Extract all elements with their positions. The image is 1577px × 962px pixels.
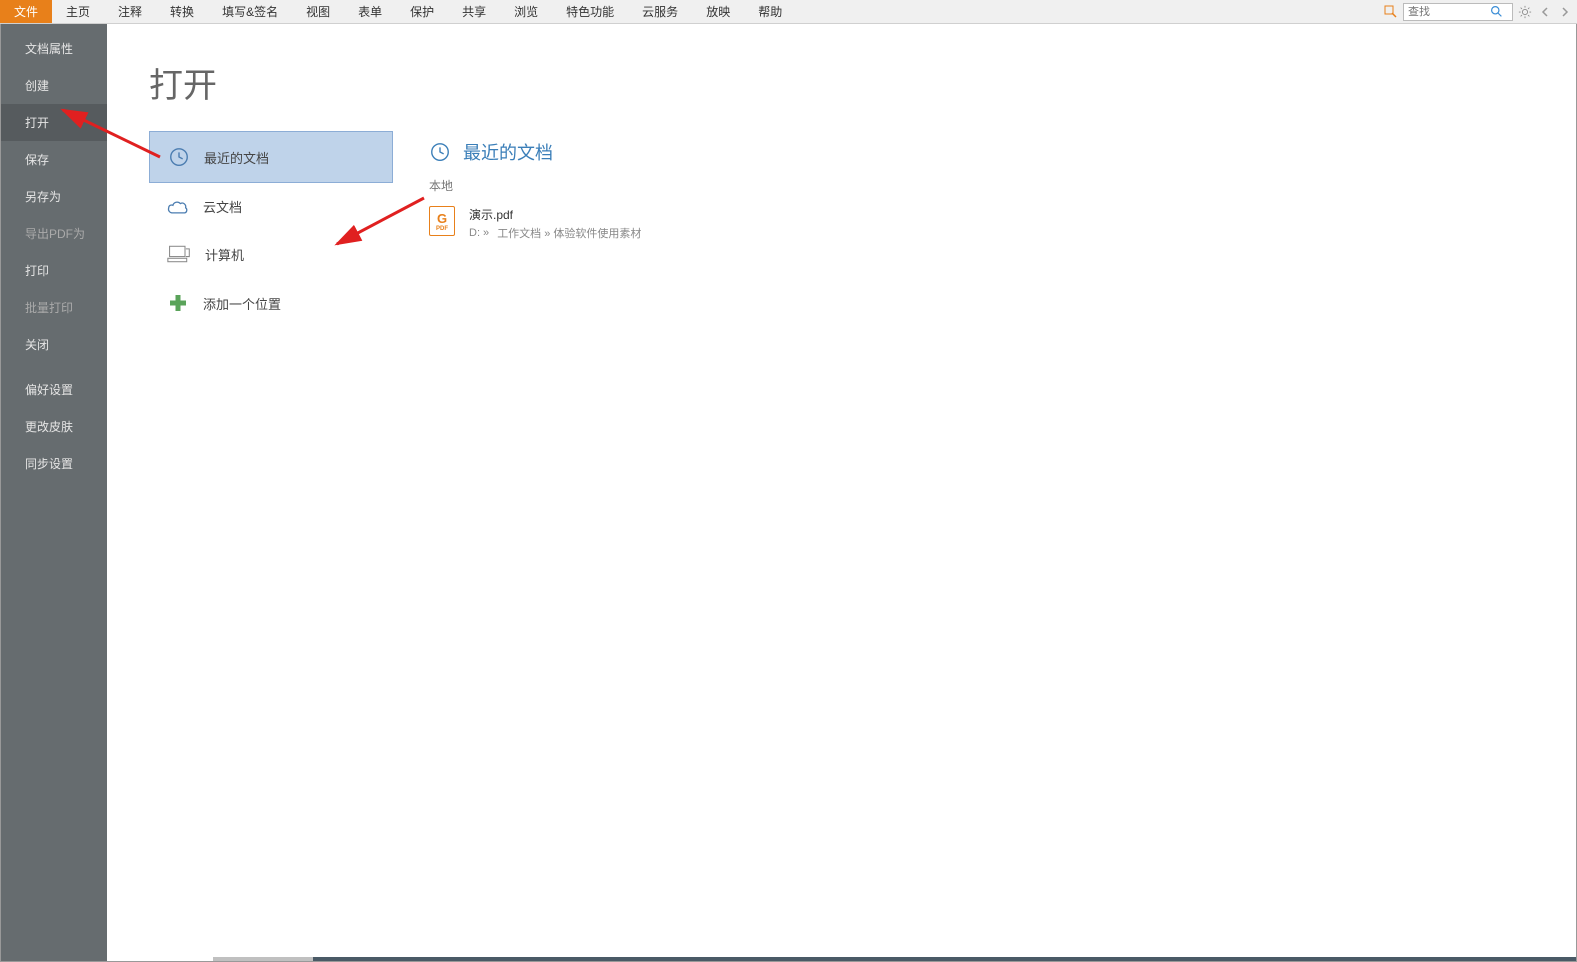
sidebar-item-skin[interactable]: 更改皮肤 [1, 408, 107, 445]
menu-item-view[interactable]: 视图 [292, 0, 344, 23]
nav-prev-icon[interactable] [1537, 4, 1553, 20]
gear-icon[interactable] [1517, 4, 1533, 20]
open-opt-label: 计算机 [205, 245, 375, 264]
sidebar-item-preferences[interactable]: 偏好设置 [1, 371, 107, 408]
open-opt-label: 云文档 [203, 197, 375, 216]
doc-path: D: » 工作文档 » 体验软件使用素材 [469, 225, 641, 241]
menu-item-play[interactable]: 放映 [692, 0, 744, 23]
menu-item-help[interactable]: 帮助 [744, 0, 796, 23]
menu-item-convert[interactable]: 转换 [156, 0, 208, 23]
open-opt-label: 添加一个位置 [203, 294, 375, 313]
file-content: 打开 最近的文档 云文档 计算机 添加一个位置 [107, 24, 1576, 961]
sidebar-item-close[interactable]: 关闭 [1, 326, 107, 363]
detail-panel: 最近的文档 本地 G PDF 演示.pdf D: » 工作文档 » 体验软件使用… [429, 131, 1576, 328]
clock-icon [429, 141, 451, 163]
pdf-file-icon: G PDF [429, 206, 455, 236]
menu-item-share[interactable]: 共享 [448, 0, 500, 23]
sidebar-item-print[interactable]: 打印 [1, 252, 107, 289]
computer-icon [167, 244, 191, 264]
sidebar-item-exportpdf[interactable]: 导出PDF为 [1, 215, 107, 252]
open-opt-cloud[interactable]: 云文档 [149, 183, 393, 230]
menu-item-annotate[interactable]: 注释 [104, 0, 156, 23]
sidebar-divider [1, 363, 107, 371]
top-menubar: 文件 主页 注释 转换 填写&签名 视图 表单 保护 共享 浏览 特色功能 云服… [0, 0, 1577, 24]
detail-title: 最近的文档 [463, 139, 553, 165]
menu-item-home[interactable]: 主页 [52, 0, 104, 23]
sidebar-item-saveas[interactable]: 另存为 [1, 178, 107, 215]
sidebar-item-docproperties[interactable]: 文档属性 [1, 30, 107, 67]
menu-item-file[interactable]: 文件 [0, 0, 52, 23]
open-options-list: 最近的文档 云文档 计算机 添加一个位置 [149, 131, 393, 328]
find-highlighted-icon[interactable] [1383, 4, 1399, 20]
menu-item-protect[interactable]: 保护 [396, 0, 448, 23]
main-area: 文档属性 创建 打开 保存 另存为 导出PDF为 打印 批量打印 关闭 偏好设置… [0, 24, 1577, 962]
search-box[interactable] [1403, 3, 1513, 21]
menu-item-fillsign[interactable]: 填写&签名 [208, 0, 292, 23]
search-input[interactable] [1404, 6, 1488, 18]
cloud-icon [167, 198, 189, 216]
sidebar-item-save[interactable]: 保存 [1, 141, 107, 178]
open-opt-label: 最近的文档 [204, 148, 374, 167]
sidebar-item-syncsettings[interactable]: 同步设置 [1, 445, 107, 482]
sidebar-item-open[interactable]: 打开 [1, 104, 107, 141]
menu-item-cloud[interactable]: 云服务 [628, 0, 692, 23]
open-opt-recent[interactable]: 最近的文档 [149, 131, 393, 183]
nav-next-icon[interactable] [1557, 4, 1573, 20]
search-icon[interactable] [1488, 4, 1504, 20]
menu-item-special[interactable]: 特色功能 [552, 0, 628, 23]
sidebar-item-create[interactable]: 创建 [1, 67, 107, 104]
open-opt-addlocation[interactable]: 添加一个位置 [149, 278, 393, 328]
status-bar [213, 957, 1576, 961]
detail-section-label: 本地 [429, 177, 1576, 194]
plus-icon [167, 292, 189, 314]
recent-doc-item[interactable]: G PDF 演示.pdf D: » 工作文档 » 体验软件使用素材 [429, 202, 1576, 245]
clock-icon [168, 146, 190, 168]
menu-item-browse[interactable]: 浏览 [500, 0, 552, 23]
page-title: 打开 [149, 58, 1576, 107]
doc-name: 演示.pdf [469, 206, 641, 223]
open-opt-computer[interactable]: 计算机 [149, 230, 393, 278]
file-sidebar: 文档属性 创建 打开 保存 另存为 导出PDF为 打印 批量打印 关闭 偏好设置… [1, 24, 107, 961]
menu-item-form[interactable]: 表单 [344, 0, 396, 23]
sidebar-item-batchprint[interactable]: 批量打印 [1, 289, 107, 326]
